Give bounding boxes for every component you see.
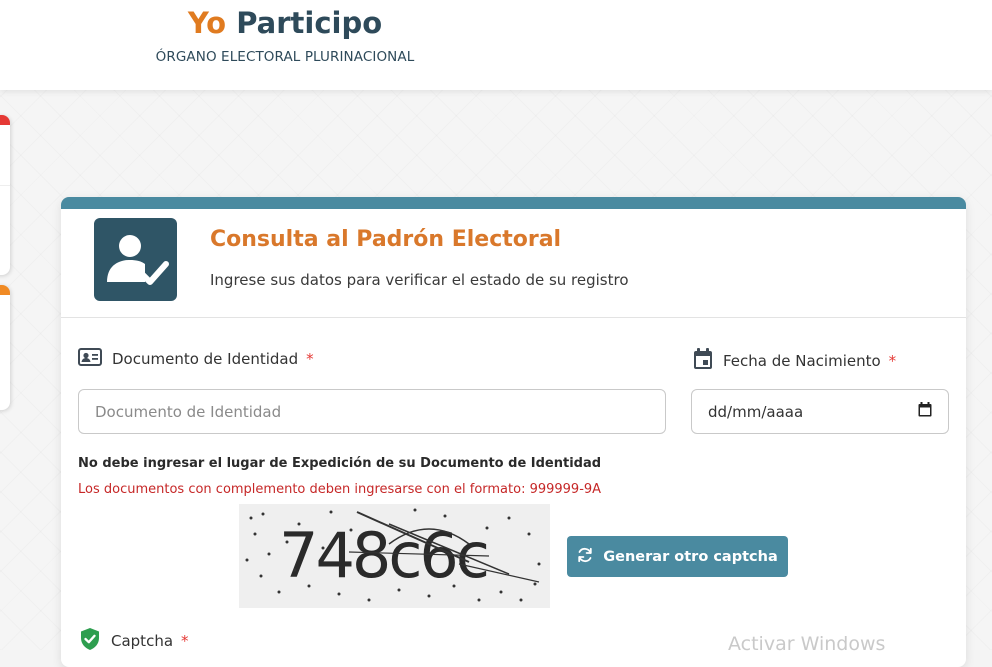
- captcha-required-mark: *: [181, 632, 189, 650]
- refresh-icon: [577, 547, 593, 567]
- captcha-label-text: Captcha: [111, 632, 174, 650]
- document-label-text: Documento de Identidad: [112, 350, 299, 368]
- captcha-noise: [245, 508, 541, 602]
- document-hint: No debe ingresar el lugar de Expedición …: [78, 456, 602, 471]
- consulta-card: Consulta al Padrón Electoral Ingrese sus…: [61, 197, 966, 667]
- birthdate-value: dd/mm/aaaa: [708, 402, 804, 421]
- birthdate-label-text: Fecha de Nacimiento: [723, 352, 881, 370]
- site-header: Yo Participo ÓRGANO ELECTORAL PLURINACIO…: [0, 0, 992, 90]
- side-panel-divider: [0, 185, 10, 186]
- brand[interactable]: Yo Participo ÓRGANO ELECTORAL PLURINACIO…: [155, 4, 415, 65]
- card-title: Consulta al Padrón Electoral: [210, 227, 562, 252]
- document-required-mark: *: [306, 350, 314, 368]
- brand-participo: Participo: [236, 6, 383, 40]
- regenerate-captcha-button[interactable]: Generar otro captcha: [567, 536, 788, 577]
- user-check-icon: [94, 218, 177, 301]
- windows-activation-watermark: Activar Windows: [728, 633, 886, 655]
- id-card-icon: [78, 348, 102, 370]
- birthdate-required-mark: *: [888, 352, 897, 370]
- shield-check-icon: [79, 627, 101, 655]
- card-subtitle: Ingrese sus datos para verificar el esta…: [210, 271, 629, 289]
- complement-format-hint: Los documentos con complemento deben ing…: [78, 482, 602, 497]
- brand-title: Yo Participo: [155, 4, 415, 42]
- regenerate-captcha-label: Generar otro captcha: [603, 548, 778, 565]
- calendar-icon: [693, 348, 713, 374]
- calendar-picker-icon[interactable]: [918, 402, 932, 421]
- birthdate-label: Fecha de Nacimiento *: [693, 348, 896, 374]
- brand-subtitle: ÓRGANO ELECTORAL PLURINACIONAL: [155, 49, 415, 65]
- document-label: Documento de Identidad *: [78, 348, 314, 370]
- side-panel-tab-red[interactable]: [0, 115, 10, 275]
- birthdate-input[interactable]: dd/mm/aaaa: [691, 389, 949, 434]
- card-header: Consulta al Padrón Electoral Ingrese sus…: [61, 209, 966, 318]
- captcha-image: 748c6c: [239, 504, 550, 608]
- document-input[interactable]: [78, 389, 666, 434]
- side-panel-tab-orange[interactable]: [0, 285, 10, 410]
- brand-yo: Yo: [187, 6, 227, 40]
- captcha-label: Captcha *: [79, 627, 189, 655]
